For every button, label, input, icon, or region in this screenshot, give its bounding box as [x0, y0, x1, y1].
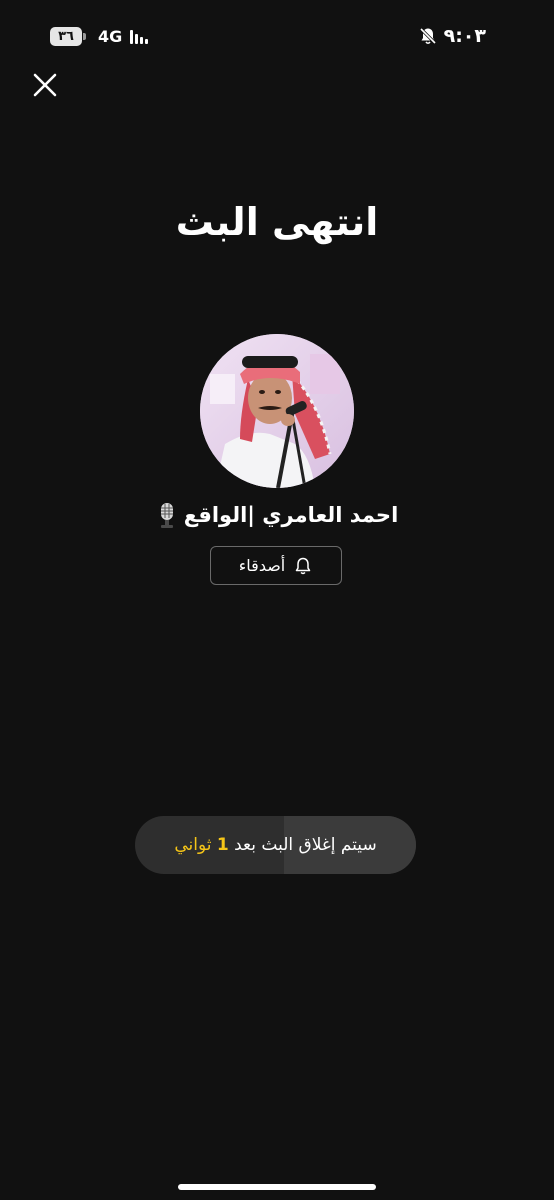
battery-cap [83, 33, 86, 40]
avatar-photo [200, 334, 354, 488]
countdown-prefix: سيتم إغلاق البث بعد [234, 835, 377, 855]
close-button[interactable] [28, 68, 62, 102]
host-name-row: احمد العامري |الواقع [0, 502, 554, 528]
auto-close-countdown: سيتم إغلاق البث بعد 1 ثواني [135, 816, 416, 874]
battery-indicator: ٣٦ [50, 27, 86, 46]
page-title: انتهى البث [175, 200, 379, 244]
home-indicator[interactable] [178, 1184, 376, 1190]
close-icon [33, 73, 57, 97]
friends-button[interactable]: أصدقاء [210, 546, 342, 585]
countdown-unit: ثواني [174, 835, 212, 855]
status-bar: ٣٦ 4G ٩:٠٣ [0, 0, 554, 60]
status-bar-right: ٩:٠٣ [418, 25, 486, 47]
signal-bars-icon [130, 29, 149, 44]
status-bar-left: ٣٦ 4G [50, 27, 149, 46]
countdown-seconds: 1 [216, 835, 229, 855]
bell-icon [296, 557, 311, 574]
friends-button-label: أصدقاء [238, 556, 286, 575]
live-ended-screen: ٣٦ 4G ٩:٠٣ انتهى البث احمد العامري |الوا… [0, 0, 554, 1200]
host-name: احمد العامري |الواقع [183, 503, 399, 527]
host-avatar[interactable] [200, 334, 354, 488]
countdown-message: سيتم إغلاق البث بعد 1 ثواني [174, 835, 376, 855]
battery-level: ٣٦ [50, 27, 82, 46]
network-type: 4G [98, 27, 123, 46]
microphone-icon [160, 503, 173, 528]
bell-slash-icon [419, 27, 436, 45]
status-time: ٩:٠٣ [443, 25, 486, 47]
